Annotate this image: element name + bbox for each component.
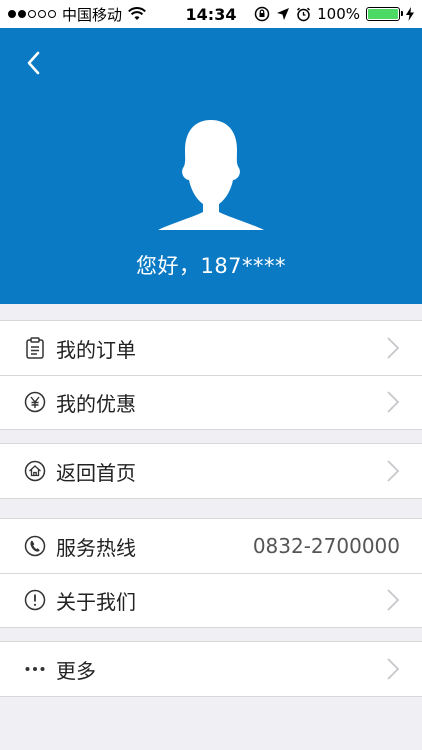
wifi-icon (128, 7, 146, 20)
battery-level-fill (368, 9, 398, 19)
battery-percent: 100% (317, 5, 360, 23)
status-left: 中国移动 (8, 4, 146, 25)
profile-header: 您好，187**** (0, 28, 422, 304)
menu-group-service: 服务热线 0832-2700000 关于我们 (0, 518, 422, 628)
menu-group-navigation: 返回首页 (0, 443, 422, 499)
info-icon (24, 589, 46, 611)
menu-item-more[interactable]: 更多 (0, 642, 422, 696)
phone-icon (24, 535, 46, 557)
charging-bolt-icon (406, 7, 414, 21)
yen-coupon-icon (24, 391, 46, 413)
order-clipboard-icon (24, 337, 46, 359)
chevron-right-icon (387, 589, 400, 611)
chevron-right-icon (387, 460, 400, 482)
hotline-number[interactable]: 0832-2700000 (253, 534, 400, 558)
carrier-name: 中国移动 (62, 5, 123, 24)
chevron-right-icon (387, 391, 400, 413)
more-dots-icon (24, 658, 46, 680)
menu-item-service-hotline[interactable]: 服务热线 0832-2700000 (0, 519, 422, 573)
menu-item-my-orders[interactable]: 我的订单 (0, 321, 422, 375)
menu-item-label: 我的优惠 (56, 391, 136, 416)
alarm-clock-icon (297, 7, 311, 21)
status-right: 100% (254, 5, 414, 23)
menu-item-about-us[interactable]: 关于我们 (0, 573, 422, 627)
greeting-text: 您好，187**** (135, 254, 287, 278)
rotation-lock-icon (254, 6, 270, 22)
home-icon (24, 460, 46, 482)
back-button[interactable] (18, 48, 48, 78)
status-time: 14:34 (185, 4, 237, 24)
status-bar: 中国移动 14:34 100% (0, 0, 422, 28)
menu-item-back-home[interactable]: 返回首页 (0, 444, 422, 498)
menu-item-label: 我的订单 (56, 337, 136, 362)
menu-item-label: 更多 (56, 658, 96, 683)
chevron-right-icon (387, 658, 400, 680)
location-arrow-icon (277, 8, 290, 20)
avatar-silhouette-icon (158, 120, 264, 230)
battery-icon (366, 7, 403, 21)
menu-item-label: 服务热线 (56, 535, 136, 560)
menu-item-label: 关于我们 (56, 589, 136, 614)
menu-group-account: 我的订单 我的优惠 (0, 320, 422, 430)
menu-item-my-coupons[interactable]: 我的优惠 (0, 375, 422, 429)
chevron-right-icon (387, 337, 400, 359)
signal-strength-icon (8, 10, 56, 18)
menu-item-label: 返回首页 (56, 460, 136, 485)
chevron-left-icon (27, 51, 40, 75)
menu-group-more: 更多 (0, 641, 422, 697)
